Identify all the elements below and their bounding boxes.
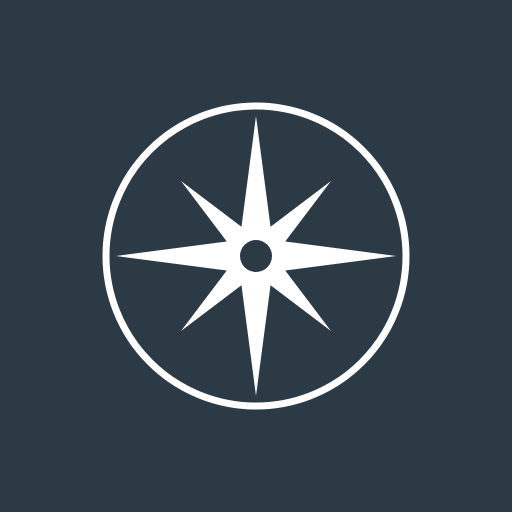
app-icon [0,0,512,512]
compass-center-dot [240,240,272,272]
compass-rose-icon [0,0,512,512]
